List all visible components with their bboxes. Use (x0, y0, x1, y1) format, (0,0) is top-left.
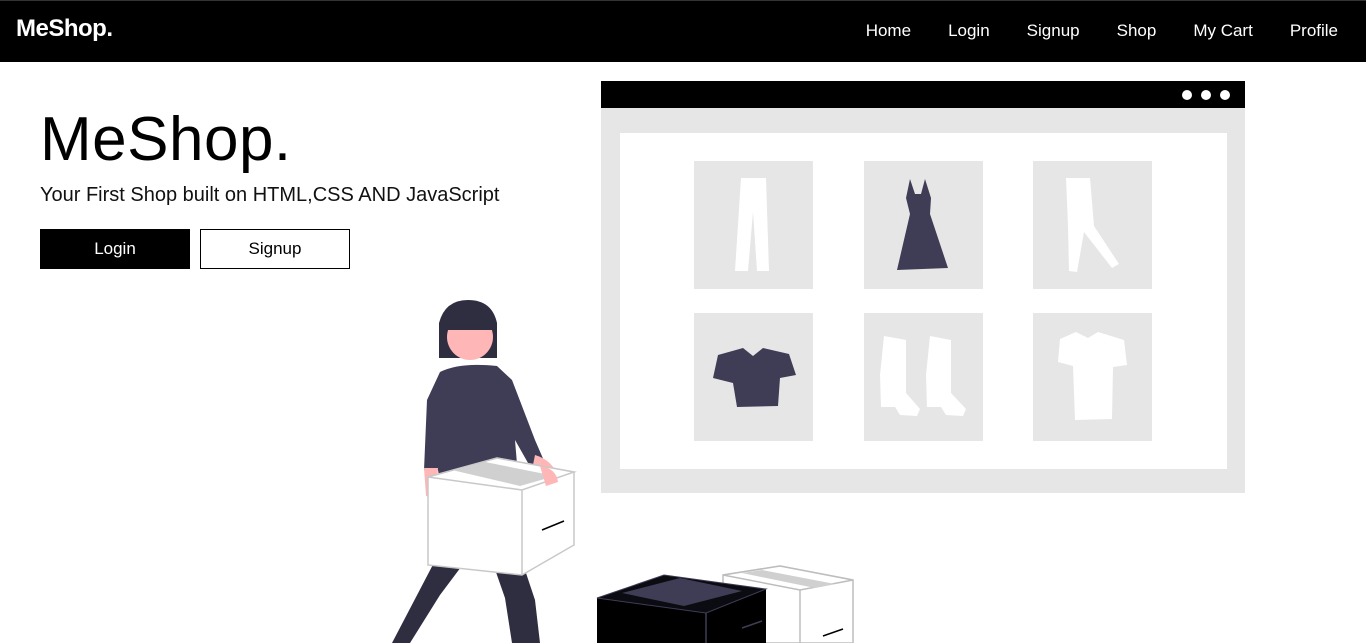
product-boots-icon (864, 313, 983, 441)
floor-boxes-graphic (596, 565, 854, 643)
product-pants-icon (694, 161, 813, 289)
product-dress-icon (864, 161, 983, 289)
product-crop-top-icon (694, 313, 813, 441)
shopping-illustration (392, 81, 1245, 643)
product-tshirt-icon (1033, 313, 1152, 441)
product-trousers-icon (1033, 161, 1152, 289)
woman-carrying-box-graphic (392, 300, 577, 643)
